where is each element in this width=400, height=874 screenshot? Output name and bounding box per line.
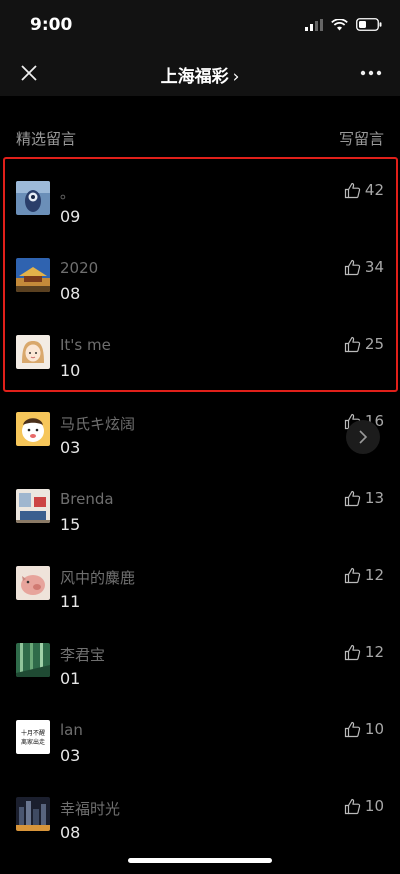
like-button[interactable]: 12	[344, 566, 384, 584]
like-count: 10	[364, 720, 384, 738]
like-button[interactable]: 10	[344, 797, 384, 815]
avatar-bamboo	[16, 643, 50, 677]
avatar-pig	[16, 566, 50, 600]
status-bar: 9:00	[0, 0, 400, 50]
thumbs-up-icon	[344, 490, 361, 506]
floating-next-button[interactable]	[346, 420, 380, 454]
more-button[interactable]	[358, 60, 384, 86]
like-count: 13	[364, 489, 384, 507]
highlight-box	[3, 157, 398, 392]
avatar[interactable]	[16, 643, 50, 677]
avatar[interactable]	[16, 412, 50, 446]
avatar-room	[16, 489, 50, 523]
thumbs-up-icon	[344, 644, 361, 660]
like-button[interactable]: 12	[344, 643, 384, 661]
page-title-text: 上海福彩	[160, 67, 229, 87]
comment-author[interactable]: Brenda	[60, 490, 114, 508]
write-comment-link[interactable]: 写留言	[339, 128, 384, 149]
avatar[interactable]	[16, 566, 50, 600]
comment-text: 08	[60, 823, 81, 842]
comment-author[interactable]: 马氏キ炫阔	[60, 413, 135, 434]
thumbs-up-icon	[344, 567, 361, 583]
section-header: 精选留言 写留言	[0, 96, 400, 156]
like-count: 12	[364, 566, 384, 584]
comment-author[interactable]: lan	[60, 721, 83, 739]
avatar-city	[16, 797, 50, 831]
svg-text:十月不醒: 十月不醒	[21, 729, 45, 737]
comment-item[interactable]: 李君宝 01 12	[0, 625, 400, 702]
home-indicator[interactable]	[128, 858, 272, 863]
avatar[interactable]: 十月不醒 离家出走	[16, 720, 50, 754]
comment-item[interactable]: 十月不醒 离家出走 lan 03 10	[0, 702, 400, 779]
comment-item[interactable]: 幸福时光 08 10	[0, 779, 400, 856]
comment-author[interactable]: 风中的麋鹿	[60, 567, 135, 588]
like-count: 12	[364, 643, 384, 661]
thumbs-up-icon	[344, 721, 361, 737]
svg-text:离家出走: 离家出走	[21, 738, 45, 746]
comment-author[interactable]: 幸福时光	[60, 798, 120, 819]
thumbs-up-icon	[344, 798, 361, 814]
comment-item[interactable]: 马氏キ炫阔 03 16	[0, 394, 400, 471]
section-title: 精选留言	[16, 130, 77, 148]
nav-bar: 上海福彩 ›	[0, 50, 400, 96]
comment-text: 03	[60, 746, 81, 765]
like-button[interactable]: 10	[344, 720, 384, 738]
comment-text: 03	[60, 438, 81, 457]
comment-text: 15	[60, 515, 81, 534]
chevron-right-icon: ›	[232, 67, 240, 87]
avatar-cartoon-baby	[16, 412, 50, 446]
comment-author[interactable]: 李君宝	[60, 644, 105, 665]
more-icon	[360, 70, 382, 76]
comment-item[interactable]: Brenda 15 13	[0, 471, 400, 548]
comment-item[interactable]: 风中的麋鹿 11 12	[0, 548, 400, 625]
page-title[interactable]: 上海福彩 ›	[0, 62, 400, 87]
comment-text: 01	[60, 669, 81, 688]
comment-text: 11	[60, 592, 81, 611]
avatar[interactable]	[16, 489, 50, 523]
like-button[interactable]: 13	[344, 489, 384, 507]
battery-icon	[356, 18, 382, 31]
wifi-icon	[331, 18, 348, 30]
avatar-text-card: 十月不醒 离家出走	[16, 720, 50, 754]
chevron-right-icon	[359, 430, 368, 444]
status-icons	[305, 18, 382, 31]
avatar[interactable]	[16, 797, 50, 831]
signal-icon	[305, 18, 323, 31]
like-count: 10	[364, 797, 384, 815]
status-time: 9:00	[30, 15, 73, 35]
